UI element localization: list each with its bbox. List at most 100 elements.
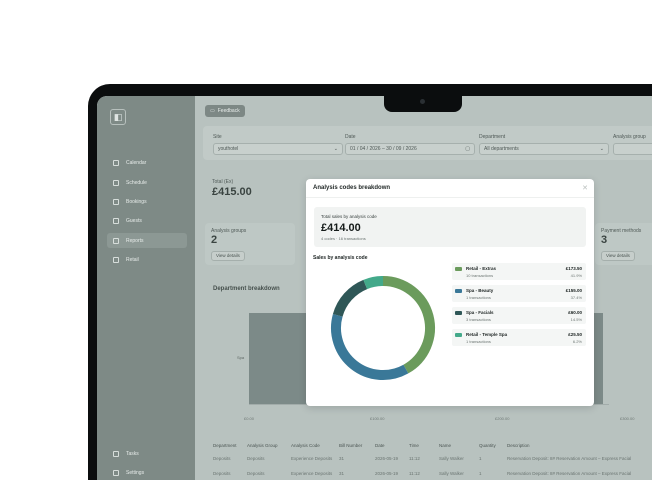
sidebar-item-retail[interactable]: Retail (107, 252, 187, 267)
cell: 2026-05-19 (375, 471, 399, 476)
site-select[interactable]: youthotel ⌄ (213, 143, 343, 155)
sidebar-item-settings[interactable]: Settings (107, 465, 187, 480)
legend-percent: 37.4% (570, 295, 582, 300)
legend-amount: £60.00 (568, 310, 582, 315)
legend-percent: 41.9% (570, 273, 582, 278)
sidebar-item-label: Settings (126, 469, 145, 476)
legend-amount: £155.00 (565, 288, 582, 293)
cell: 1 (479, 456, 482, 461)
legend-item[interactable]: Spa - Beauty 1 transactions £155.00 37.4… (452, 285, 586, 302)
feedback-button[interactable]: ▭ Feedback (205, 105, 245, 117)
legend-swatch (455, 333, 462, 337)
cell: Deposits (247, 471, 265, 476)
col-header[interactable]: Date (375, 443, 385, 448)
legend-swatch (455, 267, 462, 271)
legend-name: Spa - Beauty (466, 288, 494, 293)
cell: Experience Deposits (291, 471, 333, 476)
modal-title: Analysis codes breakdown (313, 185, 391, 191)
legend-swatch (455, 311, 462, 315)
legend-item[interactable]: Retail - Temple Spa 1 transactions £25.5… (452, 329, 586, 346)
calendar-icon: ▢ (465, 146, 470, 152)
col-header[interactable]: Quantity (479, 443, 496, 448)
col-header[interactable]: Analysis Code (291, 443, 320, 448)
calendar-icon (113, 159, 119, 166)
col-header[interactable]: Bill Number (339, 443, 362, 448)
sidebar-item-schedule[interactable]: Schedule (107, 175, 187, 190)
table-row[interactable]: Deposits Deposits Experience Deposits 31… (203, 453, 652, 465)
col-header[interactable]: Time (409, 443, 419, 448)
legend-percent: 14.5% (570, 317, 582, 322)
sidebar-item-bookings[interactable]: Bookings (107, 194, 187, 209)
analysis-groups-card: Analysis groups 2 View details (205, 223, 295, 265)
cell: Reservation Deposit: 8# Reservation Amou… (507, 471, 632, 476)
app-logo-icon[interactable]: ◧ (110, 109, 126, 125)
x-tick: £100.00 (370, 416, 385, 421)
summary-card: Total sales by analysis code £414.00 4 c… (314, 207, 586, 247)
analysis-group-label: Analysis group (613, 134, 646, 140)
analysis-codes-modal: Analysis codes breakdown ✕ Total sales b… (306, 179, 594, 406)
sidebar-item-label: Calendar (126, 159, 147, 166)
department-select[interactable]: All departments ⌄ (479, 143, 609, 155)
sidebar-item-label: Tasks (126, 450, 139, 457)
sidebar-item-guests[interactable]: Guests (107, 213, 187, 228)
chat-icon: ▭ (210, 108, 215, 114)
sidebar-item-label: Retail (126, 256, 139, 263)
table-row[interactable]: Deposits Deposits Experience Deposits 31… (203, 468, 652, 480)
analysis-group-select[interactable] (613, 143, 652, 155)
donut-slice-retail-extras[interactable] (382, 276, 435, 374)
cell: 31 (339, 456, 345, 461)
legend-item[interactable]: Spa - Facials 3 transactions £60.00 14.5… (452, 307, 586, 324)
legend-count: 10 transactions (466, 273, 494, 278)
sidebar-item-label: Schedule (126, 179, 147, 186)
camera-notch (384, 96, 462, 112)
view-details-button[interactable]: View details (601, 251, 635, 261)
view-details-button[interactable]: View details (211, 251, 245, 261)
summary-label: Total sales by analysis code (321, 214, 377, 219)
legend-swatch (455, 289, 462, 293)
x-tick: £200.00 (495, 416, 510, 421)
col-header[interactable]: Description (507, 443, 530, 448)
cell: Sally Walker (439, 456, 464, 461)
cell: Experience Deposits (291, 456, 333, 461)
legend-item[interactable]: Retail - Extras 10 transactions £173.50 … (452, 263, 586, 280)
legend-name: Retail - Extras (466, 266, 497, 271)
date-range-input[interactable]: 01 / 04 / 2026 – 30 / 09 / 2026 ▢ (345, 143, 475, 155)
sidebar-item-tasks[interactable]: Tasks (107, 446, 187, 461)
department-breakdown-title: Department breakdown (213, 286, 280, 292)
sidebar-item-calendar[interactable]: Calendar (107, 155, 187, 170)
table-header: Department Analysis Group Analysis Code … (203, 440, 652, 452)
chevron-down-icon: ⌄ (599, 146, 604, 152)
guests-icon (113, 217, 119, 224)
stage: ◧ Calendar Schedule Bookings Guests Repo… (0, 0, 652, 480)
chevron-down-icon: ⌄ (333, 146, 338, 152)
sidebar: ◧ Calendar Schedule Bookings Guests Repo… (97, 96, 195, 480)
legend-count: 1 transactions (466, 295, 491, 300)
col-header[interactable]: Name (439, 443, 451, 448)
cell: Deposits (213, 471, 231, 476)
date-label: Date (345, 134, 356, 140)
tasks-icon (113, 450, 119, 457)
reports-icon (113, 237, 119, 244)
donut-slice-spa-beauty[interactable] (331, 313, 409, 380)
cell: Deposits (247, 456, 265, 461)
cell: 11:12 (409, 456, 420, 461)
legend-name: Retail - Temple Spa (466, 332, 508, 337)
cell: 31 (339, 471, 345, 476)
total-label: Total (Ex) (212, 179, 234, 185)
schedule-icon (113, 179, 119, 186)
site-value: youthotel (218, 146, 239, 152)
col-header[interactable]: Analysis Group (247, 443, 278, 448)
donut-slice-spa-facials[interactable] (332, 279, 368, 317)
sidebar-item-label: Bookings (126, 198, 147, 205)
chart-title: Sales by analysis code (313, 255, 368, 261)
close-icon[interactable]: ✕ (582, 184, 588, 192)
donut-chart (331, 276, 435, 380)
col-header[interactable]: Department (213, 443, 237, 448)
sidebar-item-reports[interactable]: Reports (107, 233, 187, 248)
legend-count: 3 transactions (466, 317, 491, 322)
retail-icon (113, 256, 119, 263)
donut-slice-retail-temple-spa[interactable] (363, 276, 384, 290)
cell: 1 (479, 471, 482, 476)
settings-icon (113, 469, 119, 476)
total-value: £415.00 (212, 186, 252, 198)
